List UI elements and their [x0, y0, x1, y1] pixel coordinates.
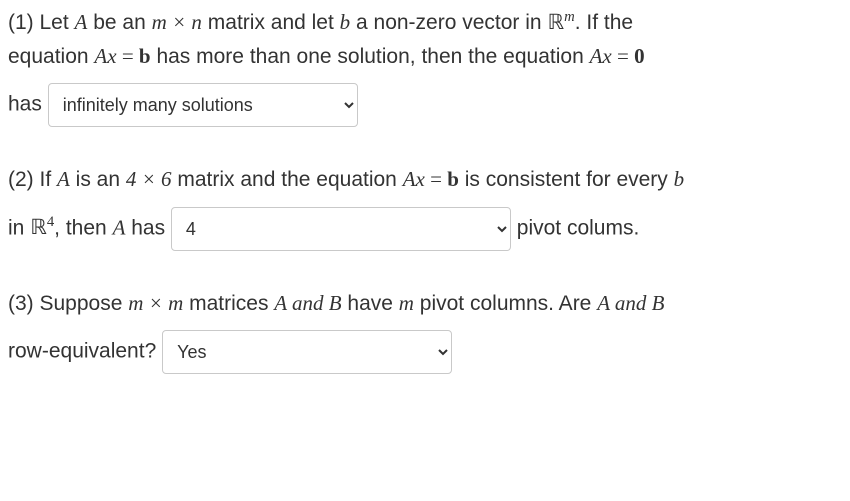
text-pivot: pivot colums.: [517, 216, 640, 239]
Ax: Ax: [403, 167, 425, 191]
text: (1) Let: [8, 11, 75, 34]
bb-R: ℝ: [547, 10, 564, 34]
text: be an: [87, 11, 151, 34]
text-has: has: [8, 93, 48, 116]
text: in: [8, 216, 30, 239]
q1-select[interactable]: infinitely many solutions: [48, 83, 358, 127]
question-2: (2) If A is an 4 × 6 matrix and the equa…: [8, 163, 842, 251]
q3-line1: (3) Suppose m × m matrices A and B have …: [8, 287, 842, 321]
q2-line1: (2) If A is an 4 × 6 matrix and the equa…: [8, 163, 842, 197]
text: (2) If: [8, 168, 57, 191]
math-b: b: [340, 10, 351, 34]
text: matrix and let: [202, 11, 340, 34]
q1-line3: has infinitely many solutions: [8, 83, 842, 127]
question-1: (1) Let A be an m × n matrix and let b a…: [8, 6, 842, 127]
text: matrix and the equation: [172, 168, 403, 191]
math-B: B: [652, 291, 665, 315]
question-page: (1) Let A be an m × n matrix and let b a…: [0, 0, 850, 380]
eq: =: [425, 167, 447, 191]
q1-line1: (1) Let A be an m × n matrix and let b a…: [8, 6, 842, 40]
q3-line2: row-equivalent? Yes: [8, 330, 842, 374]
text: has: [125, 216, 171, 239]
eq: =: [117, 44, 139, 68]
text: a non-zero vector in: [350, 11, 547, 34]
math-A: A: [274, 291, 286, 315]
bb-R: ℝ: [30, 215, 47, 239]
b: b: [447, 167, 459, 191]
Ax: Ax: [590, 44, 612, 68]
q2-line2: in ℝ4, then A has 4 pivot colums.: [8, 207, 842, 251]
text: matrices: [183, 292, 274, 315]
zero: 0: [634, 44, 645, 68]
math-b: b: [674, 167, 685, 191]
math-Axb: Ax = b: [403, 167, 459, 191]
Ax: Ax: [94, 44, 116, 68]
math-A: A: [75, 10, 88, 34]
q3-select[interactable]: Yes: [162, 330, 452, 374]
math-m: m: [399, 291, 414, 315]
math-Ax: Ax = b: [94, 44, 150, 68]
text: (3) Suppose: [8, 292, 128, 315]
q1-line2: equation Ax = b has more than one soluti…: [8, 40, 842, 74]
text: is an: [70, 168, 126, 191]
math-R4: ℝ4: [30, 215, 54, 239]
math-Ax0: Ax = 0: [590, 44, 645, 68]
text-and: and: [610, 291, 652, 315]
math-mxn: m × n: [152, 10, 202, 34]
eq: =: [612, 44, 634, 68]
math-B: B: [329, 291, 342, 315]
sup-m: m: [564, 9, 575, 25]
math-A: A: [57, 167, 70, 191]
text: pivot columns. Are: [414, 292, 597, 315]
text: equation: [8, 45, 94, 68]
text: is consistent for every: [459, 168, 674, 191]
question-3: (3) Suppose m × m matrices A and B have …: [8, 287, 842, 375]
math-mxm: m × m: [128, 291, 183, 315]
math-A: A: [113, 215, 126, 239]
math-A: A: [597, 291, 609, 315]
text: . If the: [575, 11, 633, 34]
text: has more than one solution, then the equ…: [151, 45, 590, 68]
q2-select[interactable]: 4: [171, 207, 511, 251]
math-Rm: ℝm: [547, 10, 574, 34]
text: , then: [54, 216, 112, 239]
b: b: [139, 44, 151, 68]
text-roweq: row-equivalent?: [8, 340, 162, 363]
math-4x6: 4 × 6: [126, 167, 172, 191]
text-and: and: [287, 291, 329, 315]
text: have: [342, 292, 399, 315]
